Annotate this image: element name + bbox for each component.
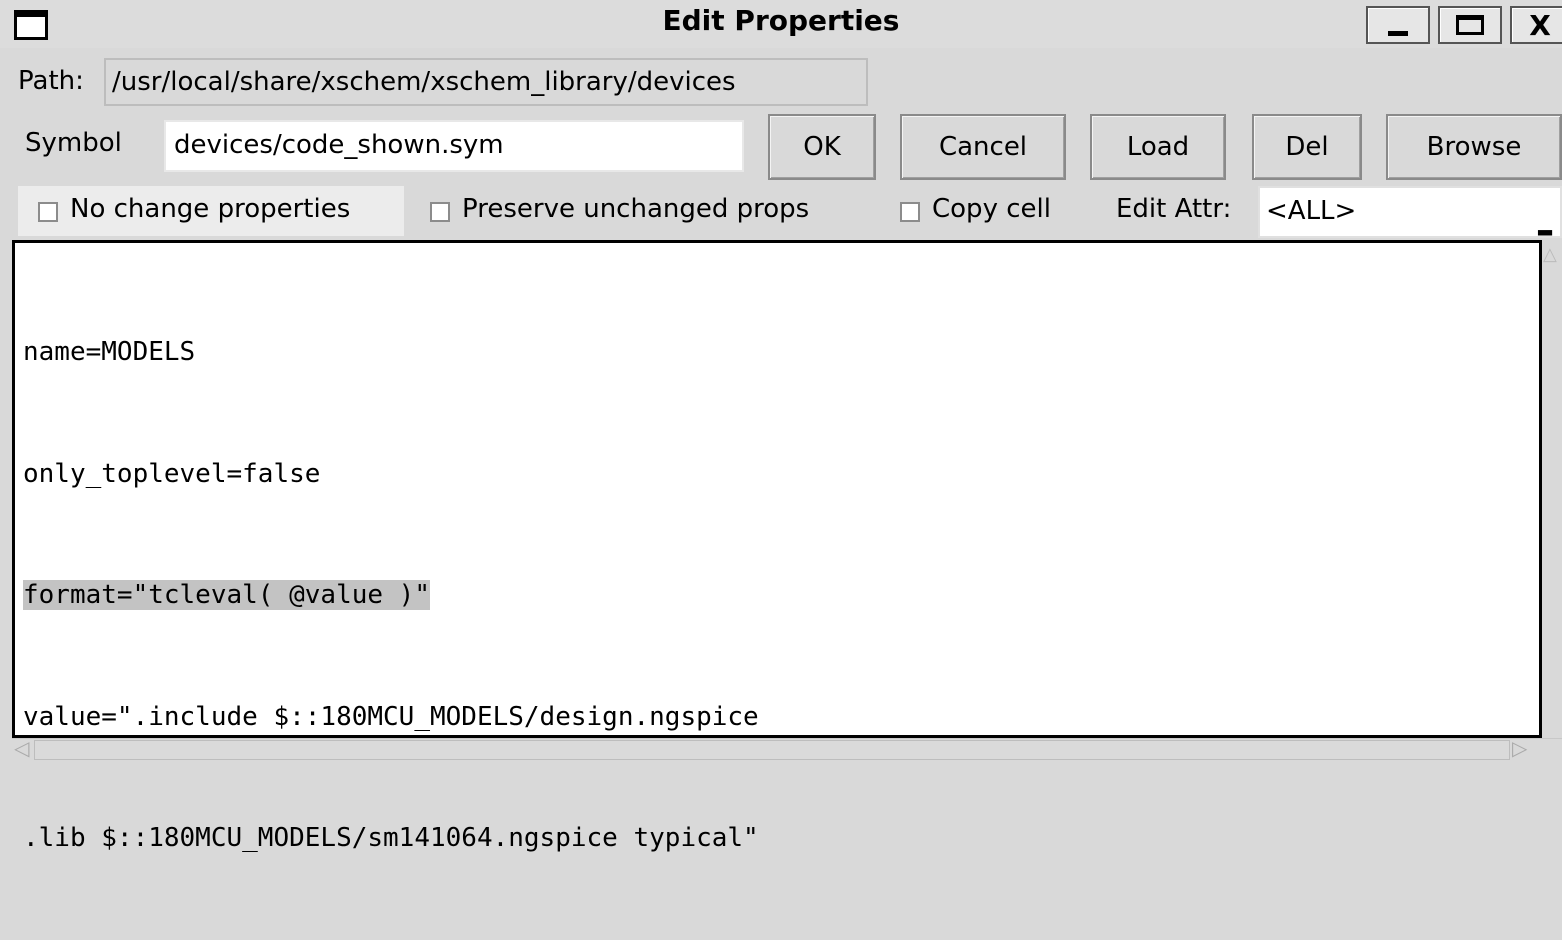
editor-line: name=MODELS [23,337,196,367]
close-icon: X [1529,8,1551,42]
no-change-properties-checkbox[interactable] [38,202,58,222]
path-field[interactable]: /usr/local/share/xschem/xschem_library/d… [104,58,868,106]
path-label: Path: [18,66,84,96]
horizontal-scrollbar-thumb[interactable] [34,740,1510,760]
symbol-label: Symbol [25,128,122,158]
maximize-icon [1456,15,1484,35]
scroll-left-arrow-icon[interactable]: ◁ [14,736,29,760]
symbol-input[interactable]: devices/code_shown.sym [164,120,744,172]
load-button[interactable]: Load [1090,114,1226,180]
del-button[interactable]: Del [1252,114,1362,180]
editor-line-selected: format="tcleval( @value )" [23,575,759,616]
editor-line: only_toplevel=false [23,458,321,489]
preserve-unchanged-props-checkbox[interactable] [430,202,450,222]
maximize-button[interactable] [1438,6,1502,44]
vertical-scrollbar[interactable] [1542,240,1562,740]
no-change-properties-label[interactable]: No change properties [70,194,350,224]
scroll-right-arrow-icon[interactable]: ▷ [1512,736,1527,760]
properties-text: name=MODELS only_toplevel=false format="… [23,251,759,940]
scroll-up-arrow-icon[interactable]: △ [1543,244,1557,265]
selected-text: format="tcleval( @value )" [23,580,430,610]
browse-button[interactable]: Browse [1386,114,1562,180]
edit-attr-label: Edit Attr: [1116,194,1232,224]
minimize-button[interactable] [1366,6,1430,44]
window-title: Edit Properties [662,4,900,37]
close-button[interactable]: X [1510,6,1562,44]
edit-attr-select[interactable]: <ALL> [1258,186,1562,238]
minimize-icon [1388,30,1408,36]
preserve-unchanged-props-label[interactable]: Preserve unchanged props [462,194,809,224]
copy-cell-label[interactable]: Copy cell [932,194,1051,224]
editor-line: value=".include $::180MCU_MODELS/design.… [23,701,759,732]
properties-text-editor[interactable]: name=MODELS only_toplevel=false format="… [12,240,1542,853]
cancel-button[interactable]: Cancel [900,114,1066,180]
chevron-down-icon[interactable]: ▂ [1532,198,1558,236]
editor-line: .lib $::180MCU_MODELS/sm141064.ngspice t… [23,823,759,853]
copy-cell-checkbox[interactable] [900,202,920,222]
ok-button[interactable]: OK [768,114,876,180]
